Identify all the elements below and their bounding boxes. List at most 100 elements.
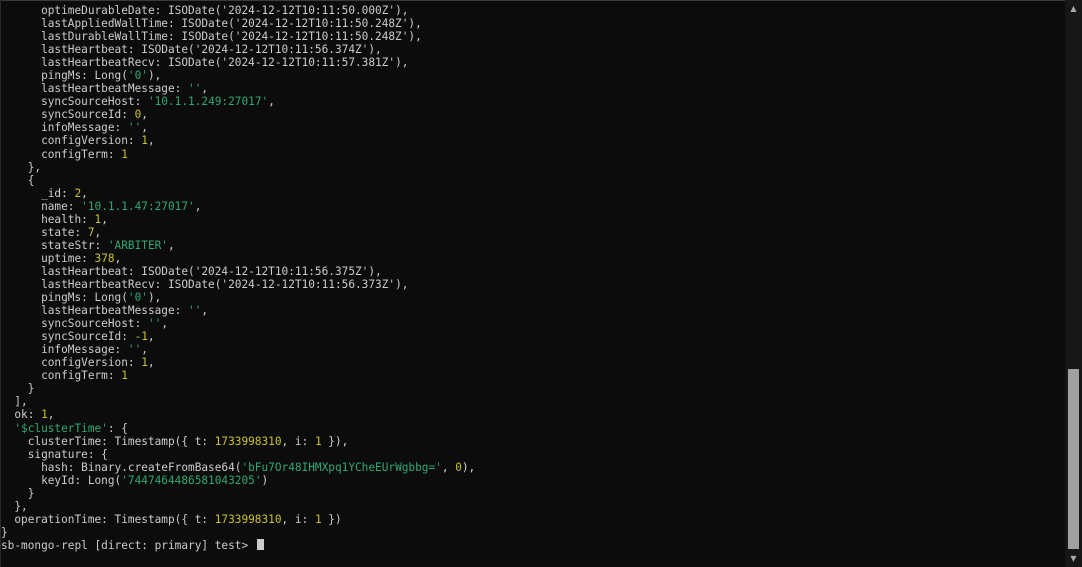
output-token: lastHeartbeatMessage: bbox=[1, 304, 189, 318]
output-token: , bbox=[141, 108, 148, 122]
output-token: , bbox=[441, 460, 456, 474]
output-line: '$clusterTime': { bbox=[1, 422, 1061, 435]
shell-prompt[interactable]: sb-mongo-repl [direct: primary] test> bbox=[1, 538, 1061, 552]
output-token: '0' bbox=[127, 291, 148, 305]
output-token: '2024-12-12T10:11:50.248Z' bbox=[234, 17, 409, 31]
output-line: }, bbox=[1, 161, 1061, 174]
output-token: operationTime: Timestamp({ t: bbox=[1, 512, 215, 526]
output-token: pingMs: Long( bbox=[1, 291, 128, 305]
output-line: configTerm: 1 bbox=[1, 369, 1061, 382]
output-token: syncSourceHost: bbox=[1, 95, 148, 109]
output-token: ), bbox=[147, 291, 162, 305]
terminal-window[interactable]: optimeDurableDate: ISODate('2024-12-12T1… bbox=[0, 0, 1082, 567]
output-token: 'bFu7Or48IHMXpq1YCheEUrWgbbg=' bbox=[241, 460, 442, 474]
output-token: configVersion: bbox=[1, 356, 142, 370]
output-token: : { bbox=[107, 421, 128, 435]
scroll-up-arrow-icon[interactable]: ▲ bbox=[1065, 0, 1082, 17]
output-line: configVersion: 1, bbox=[1, 356, 1061, 369]
output-token: '2024-12-12T10:11:56.373Z' bbox=[221, 277, 396, 291]
output-token: ), bbox=[408, 17, 422, 31]
output-token: , bbox=[94, 225, 102, 239]
output-token: 1 bbox=[141, 356, 148, 370]
output-token: '7447464486581043205' bbox=[121, 473, 262, 487]
output-token: pingMs: Long( bbox=[1, 69, 128, 83]
output-token: } bbox=[1, 525, 8, 539]
output-line: stateStr: 'ARBITER', bbox=[1, 239, 1061, 252]
output-line: lastHeartbeat: ISODate('2024-12-12T10:11… bbox=[1, 265, 1061, 278]
output-token: lastAppliedWallTime: ISODate( bbox=[1, 17, 235, 31]
output-token: }), bbox=[321, 434, 349, 448]
output-line: lastAppliedWallTime: ISODate('2024-12-12… bbox=[1, 17, 1061, 30]
output-token: '' bbox=[127, 121, 142, 135]
output-line: { bbox=[1, 174, 1061, 187]
output-token: 1 bbox=[314, 434, 322, 448]
output-token: lastHeartbeatRecv: ISODate( bbox=[1, 277, 222, 291]
output-token: -1 bbox=[134, 330, 148, 344]
output-line: } bbox=[1, 382, 1061, 395]
output-token: syncSourceId: bbox=[1, 330, 135, 344]
output-token: , bbox=[147, 356, 155, 370]
output-token: clusterTime: Timestamp({ t: bbox=[1, 434, 215, 448]
output-line: name: '10.1.1.47:27017', bbox=[1, 200, 1061, 213]
output-token: '2024-12-12T10:11:50.000Z' bbox=[221, 4, 396, 17]
output-token: lastHeartbeat: ISODate( bbox=[1, 264, 195, 278]
output-line: syncSourceHost: '10.1.1.249:27017', bbox=[1, 95, 1061, 108]
output-line: _id: 2, bbox=[1, 187, 1061, 200]
output-token: ), bbox=[395, 277, 409, 291]
output-token: , bbox=[114, 251, 122, 265]
output-token: state: bbox=[1, 225, 88, 239]
output-line: lastDurableWallTime: ISODate('2024-12-12… bbox=[1, 30, 1061, 43]
output-token: ), bbox=[461, 460, 476, 474]
output-line: lastHeartbeat: ISODate('2024-12-12T10:11… bbox=[1, 43, 1061, 56]
output-token: , bbox=[201, 82, 209, 96]
output-token: 'ARBITER' bbox=[107, 238, 168, 252]
output-line: hash: Binary.createFromBase64('bFu7Or48I… bbox=[1, 461, 1061, 474]
output-line: } bbox=[1, 487, 1061, 500]
output-token: uptime: bbox=[1, 251, 95, 265]
terminal-output: optimeDurableDate: ISODate('2024-12-12T1… bbox=[1, 4, 1061, 552]
output-token: , bbox=[147, 330, 155, 344]
output-line: infoMessage: '', bbox=[1, 121, 1061, 134]
scroll-down-arrow-icon[interactable]: ▼ bbox=[1065, 550, 1082, 567]
output-token: 7 bbox=[87, 225, 95, 239]
output-token: signature: { bbox=[1, 447, 108, 461]
output-token: 1 bbox=[121, 369, 128, 383]
output-token: '2024-12-12T10:11:56.374Z' bbox=[194, 43, 369, 57]
scrollbar-thumb[interactable] bbox=[1068, 369, 1079, 549]
output-token: _id: bbox=[1, 186, 75, 200]
output-token: , bbox=[141, 343, 148, 357]
output-token: 1 bbox=[121, 147, 128, 161]
output-token: '$clusterTime' bbox=[14, 421, 108, 435]
output-token: hash: Binary.createFromBase64( bbox=[1, 460, 242, 474]
output-token: 378 bbox=[94, 251, 115, 265]
output-token: } bbox=[1, 486, 35, 500]
output-token bbox=[1, 422, 14, 435]
output-token: '' bbox=[127, 343, 142, 357]
output-token: , bbox=[194, 199, 202, 213]
output-token: '' bbox=[188, 82, 202, 96]
output-token: } bbox=[1, 382, 35, 396]
output-token: , i: bbox=[281, 512, 315, 526]
output-token: 1 bbox=[314, 512, 322, 526]
output-token: '' bbox=[188, 304, 202, 318]
output-line: infoMessage: '', bbox=[1, 343, 1061, 356]
output-token: '0' bbox=[127, 69, 148, 83]
output-line: ], bbox=[1, 395, 1061, 408]
output-token: health: bbox=[1, 212, 95, 226]
output-token: '2024-12-12T10:11:50.248Z' bbox=[234, 30, 409, 44]
output-token: ), bbox=[408, 30, 422, 44]
window-border-top bbox=[0, 0, 1082, 1]
output-token: lastHeartbeatMessage: bbox=[1, 82, 189, 96]
output-token: }, bbox=[1, 499, 28, 513]
output-line: syncSourceHost: '', bbox=[1, 317, 1061, 330]
output-token: { bbox=[1, 173, 35, 187]
text-cursor bbox=[256, 538, 264, 550]
output-token: optimeDurableDate: ISODate( bbox=[1, 4, 222, 17]
vertical-scrollbar[interactable]: ▲ ▼ bbox=[1065, 0, 1082, 567]
output-line: pingMs: Long('0'), bbox=[1, 69, 1061, 82]
output-line: health: 1, bbox=[1, 213, 1061, 226]
output-line: lastHeartbeatRecv: ISODate('2024-12-12T1… bbox=[1, 278, 1061, 291]
output-token: ), bbox=[368, 264, 382, 278]
output-line: pingMs: Long('0'), bbox=[1, 291, 1061, 304]
output-token: , bbox=[201, 304, 209, 318]
